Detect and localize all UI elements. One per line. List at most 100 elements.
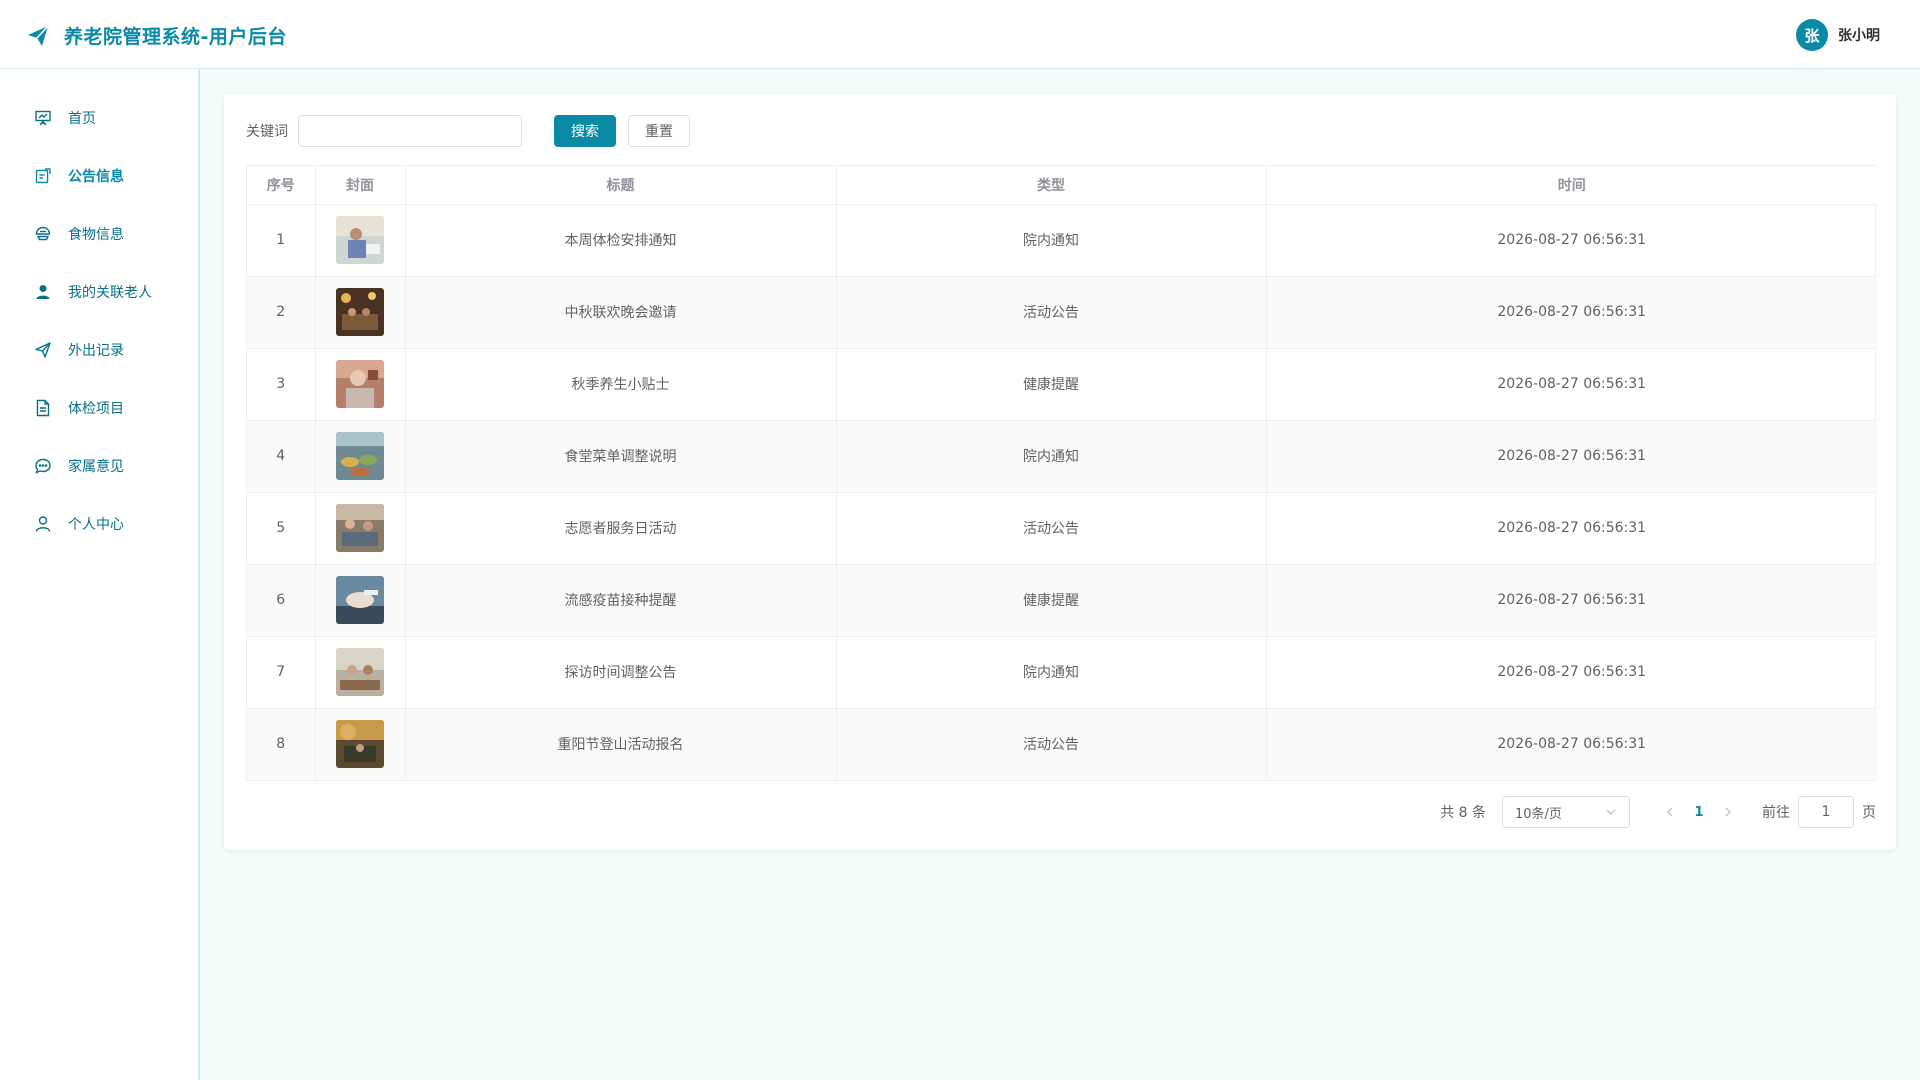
page-size-value: 10条/页 [1515,806,1562,822]
avatar[interactable]: 张 [1796,19,1828,51]
cell-time: 2026-08-27 06:56:31 [1266,564,1877,637]
sidebar-item-outing-records[interactable]: 外出记录 [0,321,198,379]
cell-title: 重阳节登山活动报名 [405,708,837,780]
cell-type: 活动公告 [836,708,1267,780]
prev-page-button[interactable] [1656,798,1684,826]
chevron-left-icon [1667,807,1673,817]
search-button[interactable]: 搜索 [554,115,616,147]
cell-time: 2026-08-27 06:56:31 [1266,420,1877,493]
username[interactable]: 张小明 [1838,25,1880,45]
page-size-select[interactable]: 10条/页 [1502,796,1630,828]
column-header-time: 时间 [1266,166,1877,205]
cell-cover [315,636,406,709]
table-row[interactable]: 6 流感疫苗接种提醒 健康提醒 2026-08-27 06:56:31 [247,564,1877,637]
cover-image[interactable] [336,216,384,264]
cover-image[interactable] [336,360,384,408]
cell-time: 2026-08-27 06:56:31 [1266,204,1877,277]
table-row[interactable]: 1 本周体检安排通知 院内通知 2026-08-27 06:56:31 [247,204,1877,277]
cell-index: 3 [247,348,316,421]
sidebar-item-notices[interactable]: 公告信息 [0,147,198,205]
cell-title: 流感疫苗接种提醒 [405,564,837,637]
cell-index: 2 [247,276,316,349]
next-page-button[interactable] [1714,798,1742,826]
table-row[interactable]: 5 志愿者服务日活动 活动公告 2026-08-27 06:56:31 [247,492,1877,565]
document-icon [36,399,50,417]
sidebar-item-label: 家属意见 [68,459,124,475]
sidebar-menu: 首页 公告信息 食物信息 我的关联老人 外出记录 体检项目 家属意见 个人中心 [0,89,198,553]
cell-time: 2026-08-27 06:56:31 [1266,492,1877,565]
goto-label: 前往 [1762,805,1790,821]
column-header-title: 标题 [405,166,837,205]
sidebar-item-food[interactable]: 食物信息 [0,205,198,263]
cover-image[interactable] [336,720,384,769]
pagination-total: 共 8 条 [1440,805,1486,821]
page-number-current[interactable]: 1 [1684,805,1714,820]
cell-type: 健康提醒 [836,348,1267,421]
reset-button[interactable]: 重置 [628,115,690,147]
sidebar-item-label: 食物信息 [68,227,124,243]
cell-cover [315,204,406,277]
sidebar-item-label: 个人中心 [68,517,124,533]
sidebar: 首页 公告信息 食物信息 我的关联老人 外出记录 体检项目 家属意见 个人中心 [0,69,200,1080]
cell-time: 2026-08-27 06:56:31 [1266,636,1877,709]
cell-title: 秋季养生小贴士 [405,348,837,421]
cover-image[interactable] [336,648,384,696]
sidebar-item-linked-elders[interactable]: 我的关联老人 [0,263,198,321]
cell-title: 探访时间调整公告 [405,636,837,709]
pagination-goto: 前往 页 [1762,796,1876,828]
goto-suffix: 页 [1862,805,1876,821]
sidebar-item-home[interactable]: 首页 [0,89,198,147]
brand: 养老院管理系统-用户后台 [26,22,287,49]
cover-image[interactable] [336,576,384,624]
table-row[interactable]: 4 食堂菜单调整说明 院内通知 2026-08-27 06:56:31 [247,420,1877,493]
table-row[interactable]: 2 中秋联欢晚会邀请 活动公告 2026-08-27 06:56:31 [247,276,1877,349]
table-header-row: 序号 封面 标题 类型 时间 [247,166,1877,205]
cover-image[interactable] [336,504,384,552]
cell-type: 活动公告 [836,276,1267,349]
chevron-right-icon [1725,807,1731,817]
food-icon [35,226,51,241]
cell-title: 中秋联欢晚会邀请 [405,276,837,349]
cover-image[interactable] [336,288,384,336]
user-icon [35,516,51,532]
goto-page-input[interactable] [1798,796,1854,828]
cell-title: 本周体检安排通知 [405,204,837,277]
cell-index: 8 [247,708,316,780]
cell-index: 7 [247,636,316,709]
cell-title: 食堂菜单调整说明 [405,420,837,493]
cell-type: 活动公告 [836,492,1267,565]
cell-index: 6 [247,564,316,637]
cell-index: 4 [247,420,316,493]
sidebar-item-label: 公告信息 [68,169,124,185]
table-row[interactable]: 7 探访时间调整公告 院内通知 2026-08-27 06:56:31 [247,636,1877,709]
cell-index: 1 [247,204,316,277]
cover-image[interactable] [336,432,384,480]
pagination: 共 8 条 10条/页 1 前往 页 [1440,796,1876,828]
chat-icon [35,458,51,474]
column-header-type: 类型 [836,166,1267,205]
keyword-input[interactable] [298,115,522,147]
sidebar-item-profile[interactable]: 个人中心 [0,495,198,553]
chevron-down-icon [1606,809,1616,815]
paper-plane-icon [28,24,49,46]
column-header-cover: 封面 [315,166,406,205]
cell-type: 院内通知 [836,420,1267,493]
cell-cover [315,708,406,780]
table-row[interactable]: 8 重阳节登山活动报名 活动公告 2026-08-27 06:56:31 [247,708,1877,780]
notice-icon [35,168,51,184]
cell-title: 志愿者服务日活动 [405,492,837,565]
content-card: 关键词 搜索 重置 序号 封面 标题 类型 时间 1 本周体检安排通知 院内通知… [224,94,1896,850]
table-row[interactable]: 3 秋季养生小贴士 健康提醒 2026-08-27 06:56:31 [247,348,1877,421]
user-menu[interactable]: 张 张小明 [1796,19,1880,51]
cell-time: 2026-08-27 06:56:31 [1266,348,1877,421]
cell-cover [315,348,406,421]
cell-type: 院内通知 [836,204,1267,277]
sidebar-item-label: 首页 [68,111,96,127]
app-title: 养老院管理系统-用户后台 [64,26,287,48]
sidebar-item-checkup-items[interactable]: 体检项目 [0,379,198,437]
sidebar-item-family-feedback[interactable]: 家属意见 [0,437,198,495]
cell-type: 健康提醒 [836,564,1267,637]
cell-index: 5 [247,492,316,565]
sidebar-item-label: 外出记录 [68,343,124,359]
cell-cover [315,564,406,637]
